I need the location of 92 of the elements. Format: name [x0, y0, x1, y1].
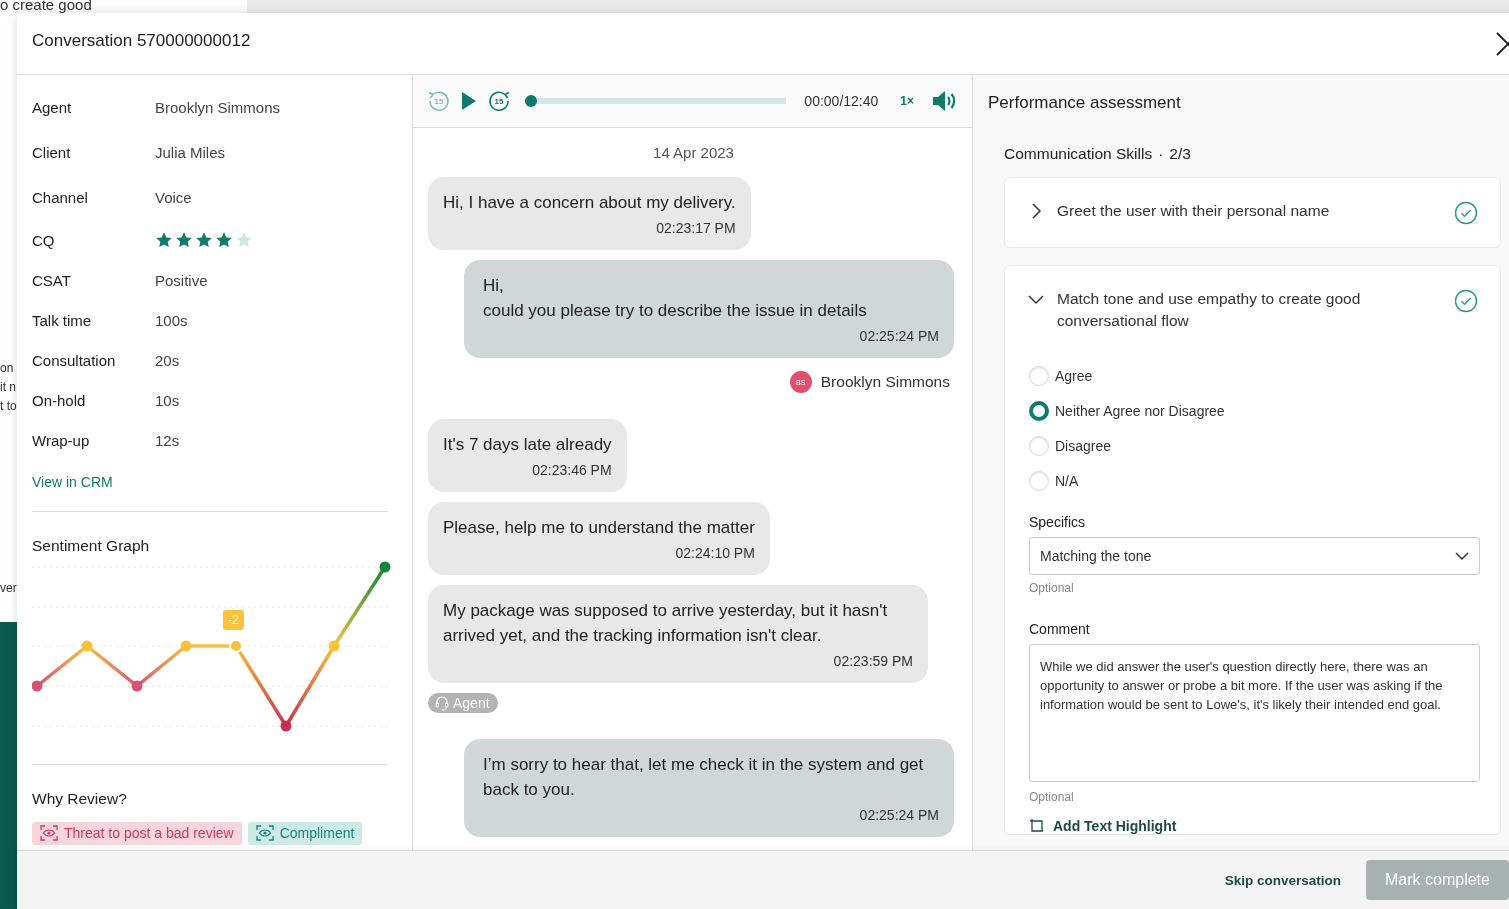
- radio-button[interactable]: [1029, 400, 1049, 421]
- comment-field[interactable]: While we did answer the user's question directly here, there was an opportunity to answer or probe a bit more. If the user was asking if the information would be sent to Lowe's, it's likely their intended end goal.: [1029, 644, 1480, 782]
- star-icon: [215, 231, 233, 249]
- progress-thumb[interactable]: [525, 95, 537, 107]
- skip-button[interactable]: Skip conversation: [1224, 866, 1341, 894]
- play-button[interactable]: [461, 91, 477, 111]
- specifics-dropdown[interactable]: Matching the tone: [1029, 537, 1480, 575]
- star-icon: [175, 231, 193, 249]
- star-icon: [235, 231, 253, 249]
- reason-tag: Threat to post a bad review: [32, 822, 242, 845]
- backdrop-text: t to: [0, 399, 17, 413]
- data-point: [131, 680, 143, 692]
- data-point: [229, 639, 243, 653]
- date-label: 14 Apr 2023: [653, 144, 734, 161]
- hint-text: Optional: [1029, 790, 1075, 804]
- crm-link[interactable]: View in CRM: [32, 474, 113, 490]
- backdrop-text: on: [0, 361, 14, 375]
- backdrop-text: it n: [0, 380, 16, 394]
- field-label: Comment: [1029, 621, 1091, 637]
- data-point: [81, 640, 93, 652]
- forward-button[interactable]: 15: [487, 89, 511, 113]
- author-name: Brooklyn Simmons: [820, 373, 950, 391]
- detail-label: Talk time: [32, 311, 93, 329]
- detail-label: CQ: [32, 231, 56, 249]
- detail-label: CSAT: [32, 271, 72, 289]
- hint-text: Optional: [1029, 581, 1075, 595]
- play-icon: [461, 91, 477, 111]
- message-time: 02:23:59 PM: [832, 652, 913, 671]
- data-point: [32, 680, 43, 692]
- detail-value: 10s: [155, 391, 181, 409]
- message-time: 02:25:24 PM: [858, 327, 939, 346]
- detail-label: Channel: [32, 189, 89, 206]
- headset-icon: [434, 695, 450, 711]
- chevron-down-icon: [1455, 549, 1469, 563]
- data-point: [280, 720, 292, 732]
- volume-icon: [932, 90, 958, 112]
- detail-label: Client: [32, 144, 72, 161]
- star-icon: [155, 231, 173, 249]
- reason-tag: Compliment: [247, 822, 363, 845]
- section-title: Communication Skills: [1004, 144, 1153, 163]
- dialog-title: Conversation 570000000012: [32, 30, 251, 51]
- chat-bubble: Hi, could you please try to describe the issue in details 02:25:24 PM: [464, 260, 954, 358]
- question-text: Greet the user with their personal name: [1057, 201, 1331, 221]
- data-point: [328, 640, 340, 652]
- speed-button[interactable]: 1×: [900, 94, 914, 108]
- detail-value: 20s: [155, 351, 181, 369]
- message-time: 02:24:10 PM: [674, 544, 755, 563]
- message-time: 02:23:46 PM: [531, 461, 612, 480]
- option-label: N/A: [1055, 472, 1079, 489]
- panel-title: Performance assessment: [988, 93, 1182, 114]
- forward-icon: [487, 89, 511, 113]
- chat-bubble: My package was supposed to arrive yesterday, but it hasn't arrived yet, and the tracking information isn't clear. 02:23:59 PM: [428, 585, 928, 683]
- detail-value: Voice: [155, 189, 193, 206]
- add-highlight-button[interactable]: Add Text Highlight: [1029, 818, 1177, 834]
- chat-bubble: It's 7 days late already 02:23:46 PM: [428, 419, 627, 492]
- field-label: Specifics: [1029, 514, 1087, 530]
- detail-value: Positive: [155, 271, 209, 289]
- message-time: 02:25:24 PM: [858, 806, 939, 825]
- eye-icon: [255, 825, 274, 841]
- section-title: Sentiment Graph: [32, 537, 151, 555]
- volume-button[interactable]: [932, 90, 958, 112]
- section-title: Why Review?: [32, 790, 128, 808]
- eye-icon: [40, 825, 58, 841]
- option-label: Disagree: [1055, 437, 1112, 454]
- detail-value: 100s: [155, 311, 189, 329]
- detail-label: Consultation: [32, 351, 117, 369]
- separator-dot: ·: [1158, 144, 1164, 163]
- detail-value: Brooklyn Simmons: [155, 99, 282, 116]
- chat-bubble: Hi, I have a concern about my delivery. 02:23:17 PM: [428, 177, 751, 250]
- star-icon: [195, 231, 213, 249]
- data-point: [379, 561, 391, 573]
- question-text: Match tone and use empathy to create good conversational flow: [1057, 289, 1362, 331]
- detail-label: On-hold: [32, 391, 87, 409]
- option-label: Agree: [1055, 367, 1093, 384]
- detail-value: 12s: [155, 431, 181, 449]
- detail-label: Wrap-up: [32, 431, 91, 449]
- crop-icon: [1029, 818, 1045, 834]
- value-tooltip: -2: [223, 610, 244, 630]
- playback-time: 00:00/12:40: [804, 93, 879, 109]
- data-point: [180, 640, 192, 652]
- detail-label: Agent: [32, 99, 73, 116]
- progress-slider[interactable]: [525, 95, 787, 107]
- message-time: 02:23:17 PM: [655, 219, 736, 238]
- role-tag: Agent: [428, 693, 498, 713]
- chat-bubble: Please, help me to understand the matter 02:24:10 PM: [428, 502, 770, 575]
- option-label: Neither Agree nor Disagree: [1055, 402, 1225, 419]
- progress-count: 2/3: [1169, 144, 1191, 163]
- backdrop-text: ver: [0, 581, 17, 595]
- chat-bubble: I’m sorry to hear that, let me check it in the system and get back to you. 02:25:24 PM: [464, 739, 954, 837]
- detail-value: Julia Miles: [155, 144, 227, 161]
- rewind-icon: [427, 89, 451, 113]
- backdrop-text: o create good: [0, 0, 92, 12]
